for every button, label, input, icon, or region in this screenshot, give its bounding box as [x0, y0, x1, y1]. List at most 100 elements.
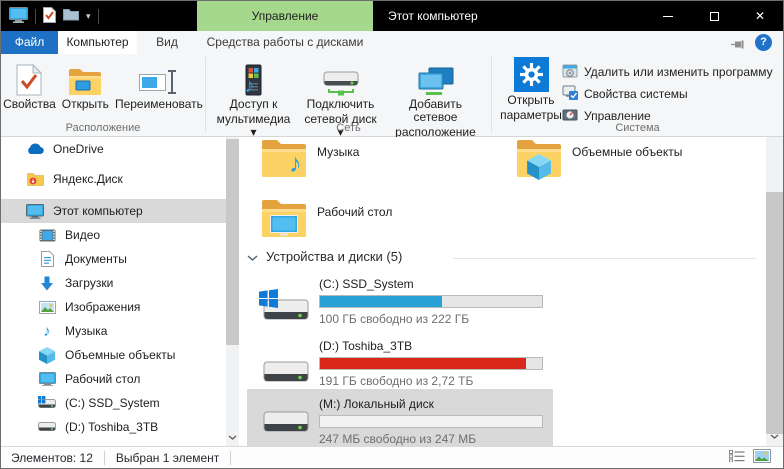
settings-gear-icon: [514, 55, 549, 92]
drive-usage-fill: [320, 358, 526, 369]
group-label-location: Расположение: [1, 122, 205, 134]
3d-objects-folder-icon: [516, 137, 562, 179]
sidebar-scrollbar-thumb[interactable]: [226, 139, 239, 345]
navigation-pane: OneDrive Яндекс.Диск Этот компьютер Виде…: [1, 137, 226, 446]
sidebar-item-videos[interactable]: Видео: [1, 223, 226, 247]
uninstall-program-button[interactable]: Удалить или изменить программу: [562, 61, 773, 83]
new-folder-icon[interactable]: [63, 8, 79, 24]
minimize-button[interactable]: [645, 1, 691, 31]
file-list-pane: ♪ Музыка Объемные объекты: [239, 137, 768, 446]
sidebar-item-label: OneDrive: [53, 142, 104, 156]
open-button[interactable]: Открыть: [59, 58, 112, 112]
sidebar-item-drive-c[interactable]: (C:) SSD_System: [1, 391, 226, 415]
sidebar-item-label: Рабочий стол: [65, 372, 140, 386]
documents-icon: [38, 251, 56, 267]
rename-button[interactable]: Переименовать: [112, 58, 206, 112]
tab-view[interactable]: Вид: [137, 31, 197, 54]
properties-icon[interactable]: [43, 7, 56, 26]
folder-tile-3d-objects[interactable]: Объемные объекты: [516, 137, 682, 179]
windows-logo-icon: [259, 289, 278, 311]
open-folder-icon: [68, 59, 102, 96]
title-bar: ▾ Управление Этот компьютер ✕: [1, 1, 783, 31]
system-properties-button[interactable]: Свойства системы: [562, 83, 773, 105]
drive-usage-bar: [319, 357, 543, 370]
ribbon-group-system: Открыть параметры Удалить или изменить п…: [492, 54, 783, 136]
uninstall-program-icon: [562, 63, 578, 82]
status-bar: Элементов: 12 Выбран 1 элемент: [1, 446, 783, 468]
sidebar-item-music[interactable]: ♪ Музыка: [1, 319, 226, 343]
onedrive-icon: [26, 143, 44, 155]
button-label: Открыть: [62, 98, 109, 111]
music-folder-icon: ♪: [261, 137, 307, 179]
minimize-icon: [663, 16, 673, 17]
yandex-disk-icon: [26, 172, 44, 186]
tab-disk-tools[interactable]: Средства работы с дисками: [197, 31, 373, 54]
drive-item-m-selected[interactable]: (M:) Локальный диск 247 МБ свободно из 2…: [247, 389, 553, 449]
music-icon: ♪: [38, 323, 56, 340]
button-label: параметры: [500, 109, 562, 122]
pin-ribbon-icon[interactable]: [731, 38, 745, 52]
main-scrollbar-thumb[interactable]: [766, 192, 783, 434]
window-title: Этот компьютер: [388, 1, 478, 31]
sidebar-item-yandex-disk[interactable]: Яндекс.Диск: [1, 167, 226, 191]
sidebar-item-drive-d[interactable]: (D:) Toshiba_3TB: [1, 415, 226, 439]
sidebar-item-onedrive[interactable]: OneDrive: [1, 137, 226, 161]
help-button[interactable]: ?: [755, 34, 772, 51]
system-properties-icon: [562, 85, 578, 104]
drive-c-icon: [259, 291, 311, 331]
status-separator: [230, 451, 231, 465]
drive-free-space: 100 ГБ свободно из 222 ГБ: [319, 312, 543, 326]
contextual-tab-manage[interactable]: Управление: [197, 1, 373, 31]
network-drive-icon: [322, 59, 360, 96]
ribbon-group-network: ♪ Доступ к мультимедиа ▾ Подключить сете…: [206, 54, 491, 136]
drive-item-c[interactable]: (C:) SSD_System 100 ГБ свободно из 222 Г…: [239, 277, 559, 337]
sidebar-item-label: Этот компьютер: [53, 204, 143, 218]
properties-button[interactable]: Свойства: [0, 58, 59, 112]
button-label: Переименовать: [115, 98, 203, 111]
drive-free-space: 191 ГБ свободно из 2,72 ТБ: [319, 374, 543, 388]
videos-icon: [38, 229, 56, 242]
network-location-icon: [417, 59, 455, 96]
tab-file[interactable]: Файл: [1, 31, 58, 54]
open-settings-button[interactable]: Открыть параметры: [500, 54, 562, 127]
sidebar-item-downloads[interactable]: Загрузки: [1, 271, 226, 295]
tab-computer[interactable]: Компьютер: [58, 31, 137, 54]
sidebar-item-documents[interactable]: Документы: [1, 247, 226, 271]
folder-tile-desktop[interactable]: Рабочий стол: [261, 197, 392, 239]
sidebar-scroll-down-icon[interactable]: [226, 429, 239, 443]
rename-icon: [139, 59, 179, 96]
music-note-glyph: ♪: [245, 75, 255, 98]
maximize-button[interactable]: [691, 1, 737, 31]
drive-c-icon: [38, 396, 56, 410]
ribbon: Свойства Открыть Переименовать Расположе…: [1, 54, 783, 137]
ribbon-tab-row: Файл Компьютер Вид Средства работы с дис…: [1, 31, 783, 54]
music-note-glyph: ♪: [289, 148, 302, 179]
drive-free-space: 247 МБ свободно из 247 МБ: [319, 432, 543, 446]
ribbon-group-location: Свойства Открыть Переименовать Расположе…: [1, 54, 205, 136]
sidebar-item-desktop[interactable]: Рабочий стол: [1, 367, 226, 391]
sidebar-item-this-pc[interactable]: Этот компьютер: [1, 199, 226, 223]
main-scrollbar[interactable]: [766, 137, 783, 446]
sidebar-item-label: Видео: [65, 228, 100, 242]
thumbnail-view-button[interactable]: [753, 449, 771, 466]
list-view-button[interactable]: [729, 450, 745, 465]
items-count: Элементов: 12: [11, 451, 93, 465]
maximize-icon: [710, 12, 719, 21]
sidebar-scrollbar[interactable]: [226, 137, 239, 446]
section-header-devices[interactable]: Устройства и диски (5): [247, 249, 402, 264]
main-scroll-down-icon[interactable]: [766, 428, 783, 442]
folder-label: Объемные объекты: [572, 145, 682, 179]
sidebar-item-pictures[interactable]: Изображения: [1, 295, 226, 319]
sidebar-item-3d-objects[interactable]: Объемные объекты: [1, 343, 226, 367]
qat-dropdown-icon[interactable]: ▾: [86, 11, 91, 22]
folder-tile-music[interactable]: ♪ Музыка: [261, 137, 359, 179]
quick-access-toolbar: ▾: [9, 1, 99, 31]
desktop-folder-icon: [261, 197, 307, 239]
group-label-network: Сеть: [206, 122, 491, 134]
close-button[interactable]: ✕: [737, 1, 783, 31]
content-area: OneDrive Яндекс.Диск Этот компьютер Виде…: [1, 137, 783, 446]
this-pc-icon[interactable]: [9, 7, 28, 26]
drive-usage-bar: [319, 415, 543, 428]
sidebar-item-label: Объемные объекты: [65, 348, 175, 362]
sidebar-item-label: (C:) SSD_System: [65, 396, 160, 410]
